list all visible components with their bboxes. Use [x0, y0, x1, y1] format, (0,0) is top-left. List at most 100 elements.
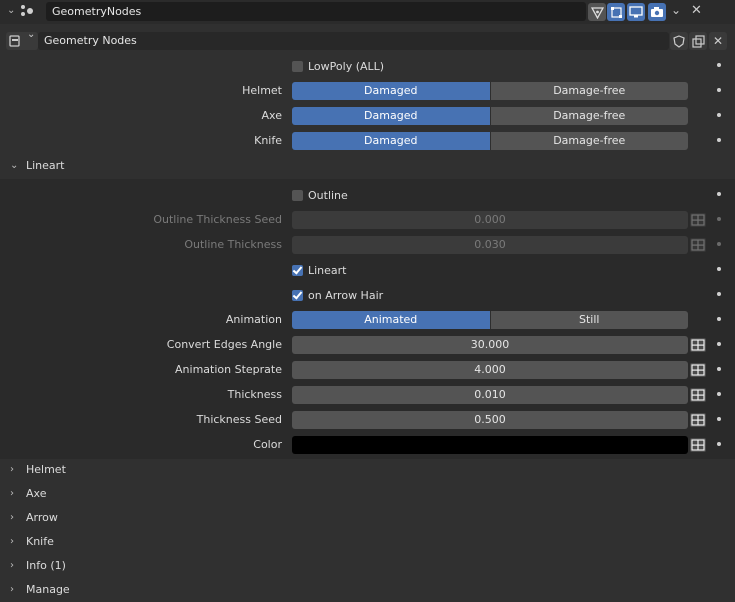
node-group-browse-button[interactable]: ⌄	[6, 29, 38, 50]
animation-steprate-label: Animation Steprate	[175, 363, 282, 376]
checkbox-box[interactable]	[292, 189, 303, 201]
keyframe-dot-icon[interactable]	[717, 417, 721, 421]
keyframe-dot-icon[interactable]	[717, 367, 721, 371]
chevron-right-icon: ›	[10, 488, 14, 499]
attribute-toggle-icon[interactable]	[689, 387, 707, 403]
lineart-toggle-row: Lineart	[0, 258, 735, 282]
option-damaged[interactable]: Damaged	[292, 107, 490, 125]
attribute-toggle-icon[interactable]	[689, 237, 707, 253]
convert-edges-angle-field[interactable]: 30.000	[292, 336, 688, 354]
chevron-right-icon: ›	[10, 512, 14, 523]
option-damaged[interactable]: Damaged	[292, 82, 490, 100]
helmet-selector: Damaged Damage-free	[292, 82, 688, 100]
chevron-down-icon: ⌄	[10, 160, 19, 171]
panel-title: Info (1)	[26, 559, 66, 572]
animation-steprate-field[interactable]: 4.000	[292, 361, 688, 379]
helmet-row: Helmet Damaged Damage-free	[0, 79, 735, 103]
chevron-right-icon: ›	[10, 560, 14, 571]
option-animated[interactable]: Animated	[292, 311, 490, 329]
attribute-toggle-icon[interactable]	[689, 362, 707, 378]
keyframe-dot-icon[interactable]	[717, 113, 721, 117]
chevron-right-icon: ›	[10, 584, 14, 595]
render-icon[interactable]	[648, 3, 666, 21]
panel-knife[interactable]: › Knife	[0, 530, 735, 554]
edit-mode-icon[interactable]	[588, 3, 606, 21]
outline-checkbox[interactable]: Outline	[292, 183, 348, 207]
thickness-label: Thickness	[227, 388, 282, 401]
keyframe-dot-icon[interactable]	[717, 88, 721, 92]
option-damage-free[interactable]: Damage-free	[489, 82, 688, 100]
keyframe-dot-icon[interactable]	[717, 292, 721, 296]
close-icon[interactable]: ✕	[709, 32, 727, 50]
collapse-chevron-icon[interactable]: ⌄	[7, 0, 15, 22]
keyframe-dot-icon[interactable]	[717, 138, 721, 142]
convert-edges-angle-label: Convert Edges Angle	[166, 338, 282, 351]
lowpoly-checkbox[interactable]: LowPoly (ALL)	[292, 54, 384, 78]
keyframe-dot-icon[interactable]	[717, 63, 721, 67]
outline-thickness-field[interactable]: 0.030	[292, 236, 688, 254]
animation-label: Animation	[225, 313, 282, 326]
node-tree-icon	[9, 35, 20, 47]
node-group-name-input[interactable]: Geometry Nodes	[38, 32, 669, 50]
outline-thickness-seed-field[interactable]: 0.000	[292, 211, 688, 229]
option-damage-free[interactable]: Damage-free	[489, 107, 688, 125]
close-icon[interactable]: ✕	[691, 0, 702, 22]
knife-selector: Damaged Damage-free	[292, 132, 688, 150]
attribute-toggle-icon[interactable]	[689, 412, 707, 428]
panel-manage[interactable]: › Manage	[0, 578, 735, 602]
outline-thickness-row: Outline Thickness 0.030	[0, 233, 735, 257]
checkbox-box[interactable]	[292, 60, 303, 72]
keyframe-dot-icon[interactable]	[717, 442, 721, 446]
on-cage-icon[interactable]	[607, 3, 625, 21]
panel-arrow[interactable]: › Arrow	[0, 506, 735, 530]
axe-row: Axe Damaged Damage-free	[0, 104, 735, 128]
lowpoly-row: LowPoly (ALL)	[0, 54, 735, 78]
option-damaged[interactable]: Damaged	[292, 132, 490, 150]
panel-helmet[interactable]: › Helmet	[0, 458, 735, 482]
attribute-toggle-icon[interactable]	[689, 212, 707, 228]
attribute-toggle-icon[interactable]	[689, 437, 707, 453]
node-group-row: ⌄ Geometry Nodes ✕	[0, 29, 735, 53]
shield-icon[interactable]	[670, 32, 688, 50]
panel-info[interactable]: › Info (1)	[0, 554, 735, 578]
lineart-label: Lineart	[308, 263, 347, 277]
keyframe-dot-icon[interactable]	[717, 317, 721, 321]
panel-title: Knife	[26, 535, 54, 548]
chevron-right-icon: ›	[10, 464, 14, 475]
animation-selector: Animated Still	[292, 311, 688, 329]
keyframe-dot-icon[interactable]	[717, 217, 721, 221]
thickness-seed-label: Thickness Seed	[196, 413, 282, 426]
color-label: Color	[253, 438, 282, 451]
outline-thickness-seed-label: Outline Thickness Seed	[153, 213, 282, 226]
lineart-panel-header[interactable]: ⌄ Lineart	[0, 154, 735, 178]
attribute-toggle-icon[interactable]	[689, 337, 707, 353]
on-arrow-hair-checkbox[interactable]: on Arrow Hair	[292, 283, 383, 307]
thickness-seed-field[interactable]: 0.500	[292, 411, 688, 429]
keyframe-dot-icon[interactable]	[717, 192, 721, 196]
panel-title: Helmet	[26, 463, 66, 476]
checkbox-box[interactable]	[292, 289, 303, 301]
keyframe-dot-icon[interactable]	[717, 342, 721, 346]
option-still[interactable]: Still	[489, 311, 688, 329]
axe-label: Axe	[261, 109, 282, 122]
panel-title: Axe	[26, 487, 47, 500]
option-damage-free[interactable]: Damage-free	[489, 132, 688, 150]
keyframe-dot-icon[interactable]	[717, 242, 721, 246]
chevron-right-icon: ›	[10, 536, 14, 547]
keyframe-dot-icon[interactable]	[717, 392, 721, 396]
keyframe-dot-icon[interactable]	[717, 267, 721, 271]
chevron-down-icon[interactable]: ⌄	[671, 0, 681, 20]
duplicate-icon[interactable]	[689, 32, 707, 50]
outline-thickness-seed-row: Outline Thickness Seed 0.000	[0, 208, 735, 232]
on-arrow-hair-row: on Arrow Hair	[0, 283, 735, 307]
lineart-checkbox[interactable]: Lineart	[292, 258, 347, 282]
thickness-field[interactable]: 0.010	[292, 386, 688, 404]
animation-steprate-row: Animation Steprate 4.000	[0, 358, 735, 382]
color-swatch[interactable]	[292, 436, 688, 454]
color-row: Color	[0, 433, 735, 457]
realtime-viewport-icon[interactable]	[627, 3, 645, 21]
modifier-name-input[interactable]: GeometryNodes	[46, 2, 586, 21]
helmet-label: Helmet	[242, 84, 282, 97]
panel-axe[interactable]: › Axe	[0, 482, 735, 506]
checkbox-box[interactable]	[292, 264, 303, 276]
